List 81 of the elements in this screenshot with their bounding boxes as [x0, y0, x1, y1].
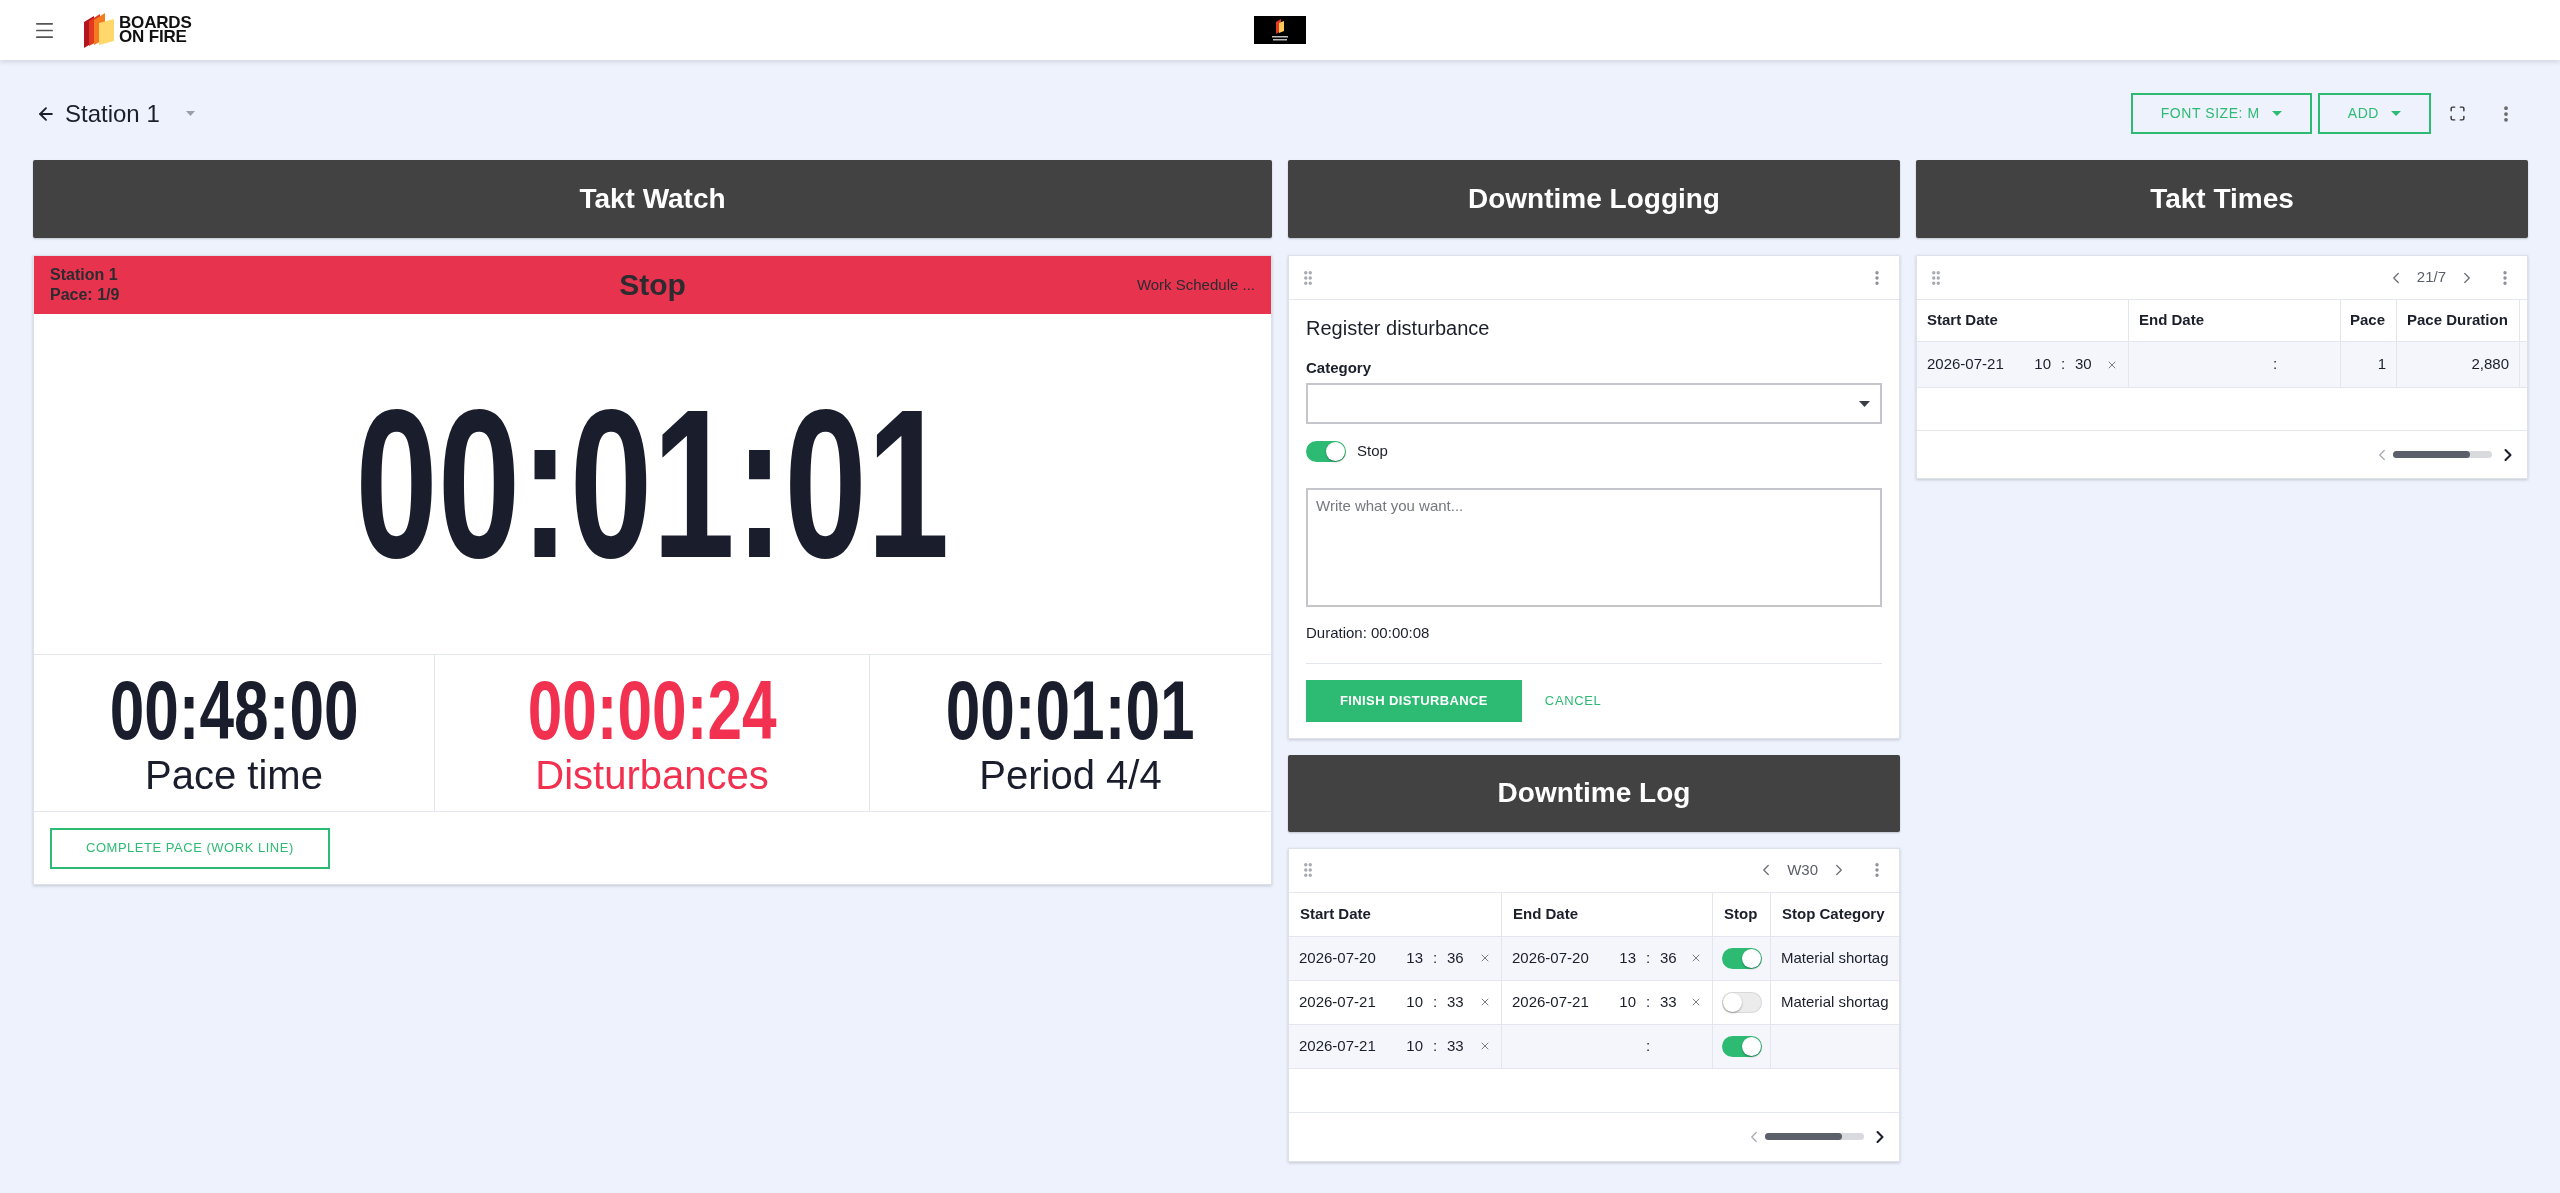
toggle-label: Stop — [1357, 441, 1388, 461]
stat-label: Pace time — [145, 752, 323, 798]
date-field[interactable]: 2026-07-21 — [1299, 990, 1376, 1014]
pace-count: Pace: 1/9 — [50, 285, 120, 305]
table-cell-text: 2,880 — [2471, 354, 2509, 375]
panel-title-bar: Downtime Log — [1288, 754, 1900, 832]
date-field[interactable]: 2026-07-20 — [1512, 946, 1589, 970]
stat-label: Period 4/4 — [979, 752, 1162, 798]
pager-label: 21/7 — [2416, 267, 2446, 288]
time-separator: : — [1645, 991, 1651, 1012]
toggle-switch[interactable] — [1721, 991, 1762, 1013]
clear-icon[interactable] — [1690, 996, 1702, 1008]
pager-label: W30 — [1787, 859, 1818, 880]
scrollbar-thumb[interactable] — [2393, 451, 2470, 458]
clear-icon[interactable] — [1479, 952, 1491, 964]
status-text: Stop — [619, 267, 686, 303]
panel-title-bar: Takt Times — [1916, 160, 2528, 238]
date-field[interactable]: 2026-07-21 — [1299, 1034, 1376, 1058]
caret-icon — [1859, 400, 1870, 407]
toggle-switch[interactable] — [1306, 440, 1346, 462]
clear-icon[interactable] — [1690, 952, 1702, 964]
clear-icon[interactable] — [1479, 1040, 1491, 1052]
scrollbar-thumb[interactable] — [1765, 1133, 1842, 1140]
station-name: Station 1 — [50, 265, 118, 285]
column-header: End Date — [1502, 892, 1713, 936]
caret-icon — [2271, 111, 2282, 116]
stat-value: 00:48:00 — [109, 668, 359, 752]
minute-field[interactable]: 33 — [1447, 1034, 1464, 1058]
stat-value: 00:01:01 — [946, 668, 1195, 752]
minute-field[interactable]: 33 — [1660, 990, 1677, 1014]
table-cell-text: Material shortag — [1781, 991, 1889, 1012]
caret-icon[interactable] — [185, 111, 195, 116]
time-separator: : — [2272, 354, 2278, 375]
hour-field[interactable]: 13 — [1619, 946, 1636, 970]
table-cell-text: Material shortag — [1781, 947, 1889, 968]
hour-field[interactable]: 13 — [1406, 946, 1423, 970]
column-header: Stop — [1713, 892, 1771, 936]
date-field[interactable]: 2026-07-21 — [1927, 353, 2004, 376]
date-field[interactable]: 2026-07-20 — [1299, 946, 1376, 970]
minute-field[interactable]: 36 — [1660, 946, 1677, 970]
minute-field[interactable]: 36 — [1447, 946, 1464, 970]
toggle-switch[interactable] — [1721, 1035, 1762, 1057]
time-separator: : — [1645, 1035, 1651, 1056]
page-title: Station 1 — [65, 98, 160, 129]
time-separator: : — [2060, 354, 2066, 375]
brand-logo-icon — [1254, 16, 1306, 44]
notes-field[interactable]: Write what you want... — [1306, 487, 1882, 607]
logo-text[interactable]: BOARDS ON FIRE — [119, 16, 192, 44]
stat-value: 00:00:24 — [527, 668, 777, 752]
table-cell-text: 1 — [2377, 354, 2386, 375]
column-header: End Date — [2129, 300, 2341, 341]
stat-label: Disturbances — [535, 752, 769, 798]
time-separator: : — [1432, 991, 1438, 1012]
hour-field[interactable]: 10 — [1406, 1034, 1423, 1058]
column-header: Start Date — [1917, 300, 2129, 341]
column-header: Pace — [2341, 300, 2397, 341]
panel-title-bar: Downtime Logging — [1288, 160, 1900, 238]
hour-field[interactable]: 10 — [1619, 990, 1636, 1014]
duration-text: Duration: 00:00:08 — [1306, 622, 1431, 643]
minute-field[interactable]: 30 — [2075, 353, 2092, 376]
form-title: Register disturbance — [1306, 316, 1491, 341]
fullscreen-icon[interactable] — [2449, 105, 2466, 122]
caret-icon — [2391, 111, 2401, 116]
time-separator: : — [1645, 947, 1651, 968]
logo-icon[interactable] — [84, 12, 114, 48]
horizontal-scrollbar[interactable] — [2393, 451, 2492, 458]
clear-icon[interactable] — [1479, 996, 1491, 1008]
main-timer: 00:01:01 — [355, 378, 950, 590]
hour-field[interactable]: 10 — [1406, 990, 1423, 1014]
hour-field[interactable]: 10 — [2034, 353, 2051, 376]
column-header: Stop Category — [1781, 903, 1886, 924]
column-header: Pace Duration — [2397, 300, 2520, 341]
toggle-switch[interactable] — [1721, 947, 1762, 969]
column-header: Start Date — [1289, 892, 1502, 936]
date-field[interactable]: 2026-07-21 — [1512, 990, 1589, 1014]
time-separator: : — [1432, 947, 1438, 968]
field-label: Category — [1306, 358, 1373, 378]
panel-title-bar: Takt Watch — [33, 160, 1272, 238]
time-separator: : — [1432, 1035, 1438, 1056]
horizontal-scrollbar[interactable] — [1765, 1133, 1864, 1140]
minute-field[interactable]: 33 — [1447, 990, 1464, 1014]
